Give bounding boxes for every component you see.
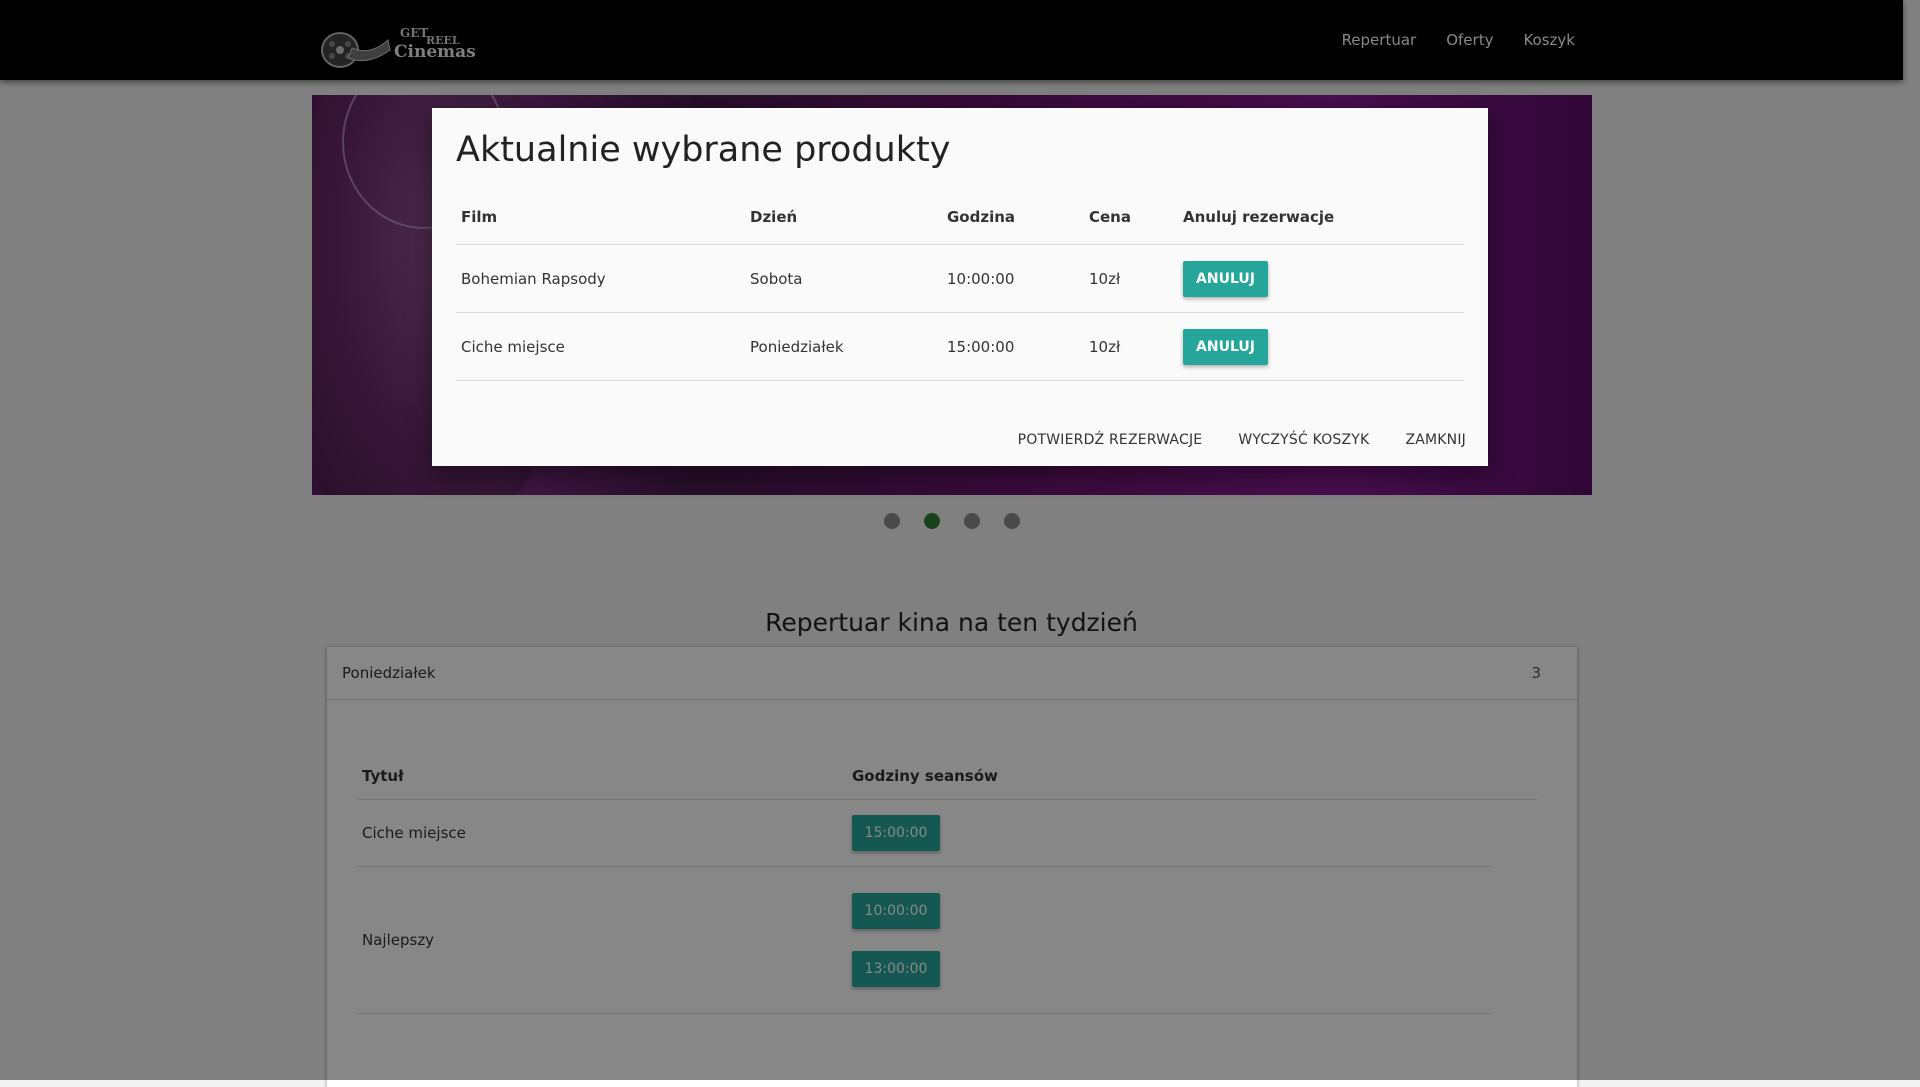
cell-day: Sobota <box>750 269 803 288</box>
cell-price: 10zł <box>1089 269 1121 288</box>
confirm-reservation-button[interactable]: POTWIERDŹ REZERWACJE <box>1018 432 1203 448</box>
modal-title: Aktualnie wybrane produkty <box>456 130 951 170</box>
header-cancel: Anuluj rezerwacje <box>1183 208 1335 226</box>
table-row: Ciche miejsce Poniedziałek 15:00:00 10zł… <box>456 313 1464 381</box>
modal-footer: POTWIERDŹ REZERWACJE WYCZYŚĆ KOSZYK ZAMK… <box>1018 432 1466 448</box>
cancel-reservation-button[interactable]: ANULUJ <box>1183 260 1268 297</box>
header-time: Godzina <box>947 208 1016 226</box>
cart-modal: Aktualnie wybrane produkty Film Dzień Go… <box>432 108 1488 466</box>
table-row: Bohemian Rapsody Sobota 10:00:00 10zł AN… <box>456 245 1464 313</box>
cart-table-header: Film Dzień Godzina Cena Anuluj rezerwacj… <box>456 190 1464 245</box>
close-modal-button[interactable]: ZAMKNIJ <box>1405 432 1466 448</box>
header-day: Dzień <box>750 208 798 226</box>
cell-price: 10zł <box>1089 337 1121 356</box>
cell-time: 15:00:00 <box>947 337 1015 356</box>
cell-time: 10:00:00 <box>947 269 1015 288</box>
cancel-reservation-button[interactable]: ANULUJ <box>1183 328 1268 365</box>
cell-film: Bohemian Rapsody <box>461 269 606 288</box>
header-price: Cena <box>1089 208 1131 226</box>
cart-table: Film Dzień Godzina Cena Anuluj rezerwacj… <box>456 190 1464 381</box>
cell-day: Poniedziałek <box>750 337 844 356</box>
header-film: Film <box>461 208 498 226</box>
cell-film: Ciche miejsce <box>461 337 565 356</box>
clear-cart-button[interactable]: WYCZYŚĆ KOSZYK <box>1238 432 1369 448</box>
